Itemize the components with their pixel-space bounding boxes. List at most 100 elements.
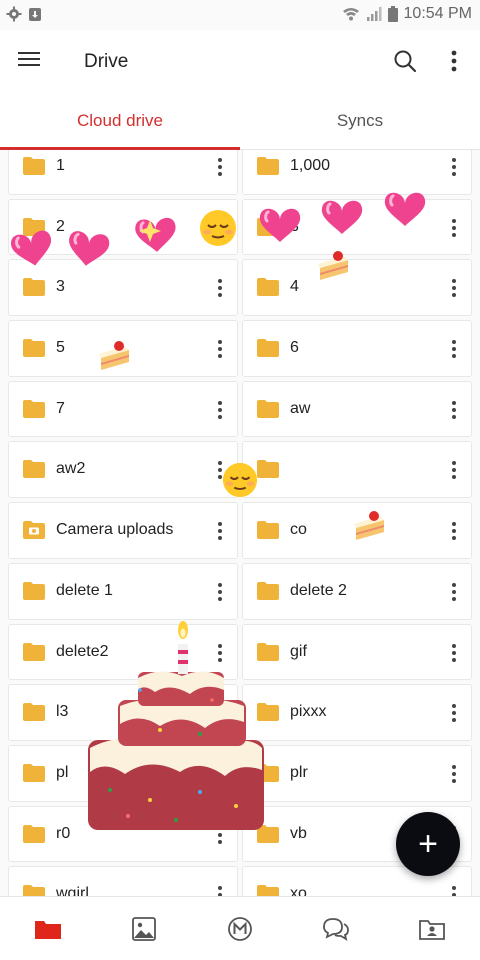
folder-options-button[interactable] <box>447 578 461 606</box>
nav-shared-items[interactable] <box>417 915 447 943</box>
folder-options-button[interactable] <box>213 214 227 242</box>
folder-icon <box>257 339 279 358</box>
folder-options-button[interactable] <box>447 456 461 484</box>
folder-options-button[interactable] <box>213 881 227 896</box>
folder-tile[interactable]: 1,000 <box>242 150 472 195</box>
folder-options-button[interactable] <box>213 153 227 181</box>
shared-items-icon <box>419 920 445 940</box>
folder-name: pl <box>56 763 69 781</box>
folder-tile[interactable]: co <box>242 502 472 559</box>
folder-icon <box>23 703 45 722</box>
folder-options-button[interactable] <box>447 699 461 727</box>
folder-tile[interactable]: wgirl <box>8 866 238 896</box>
folder-tile[interactable]: delete 1 <box>8 562 238 620</box>
page-title: Drive <box>84 51 129 72</box>
nav-home[interactable] <box>225 915 255 943</box>
folder-tile[interactable]: 4 <box>242 259 472 317</box>
folder-tile[interactable] <box>242 441 472 499</box>
folder-tile[interactable]: delete 2 <box>242 562 472 620</box>
folder-tile[interactable]: r0 <box>8 805 238 863</box>
folder-options-button[interactable] <box>447 396 461 424</box>
hamburger-icon <box>18 52 46 66</box>
overflow-menu-button[interactable] <box>442 48 466 74</box>
folder-tile[interactable]: Camera uploads <box>8 502 238 559</box>
folder-icon <box>23 157 45 175</box>
folder-name: delete2 <box>56 642 109 660</box>
folder-name: vb <box>290 824 307 842</box>
folder-icon <box>257 642 279 661</box>
folder-options-button[interactable] <box>447 639 461 667</box>
folder-icon <box>257 763 279 782</box>
folder-tile[interactable]: pixxx <box>242 684 472 741</box>
status-bar: 10:54 PM <box>0 0 480 30</box>
folder-options-button[interactable] <box>447 335 461 363</box>
folder-tile[interactable]: delete2 <box>8 623 238 681</box>
folder-name: 4 <box>290 278 299 296</box>
folder-options-button[interactable] <box>213 335 227 363</box>
nav-cloud-drive[interactable] <box>33 915 63 943</box>
folder-options-button[interactable] <box>213 699 227 727</box>
folder-options-button[interactable] <box>447 760 461 788</box>
search-button[interactable] <box>392 48 418 74</box>
folder-icon <box>257 278 279 297</box>
folder-name: delete 2 <box>290 581 347 599</box>
signal-icon <box>366 7 382 21</box>
folder-options-button[interactable] <box>213 760 227 788</box>
folder-icon <box>257 217 279 236</box>
folder-icon <box>23 278 45 297</box>
folder-grid[interactable]: 1 1,000 2 3 3 4 5 6 7 aw aw2 Camera uploads co delete… <box>0 150 480 896</box>
search-icon <box>394 50 417 73</box>
photos-icon <box>132 917 156 941</box>
folder-icon <box>257 399 279 418</box>
bottom-navigation <box>0 896 480 960</box>
folder-tile[interactable]: 2 <box>8 198 238 256</box>
folder-name: co <box>290 521 307 539</box>
more-vertical-icon <box>451 50 457 72</box>
folder-name: 5 <box>56 339 65 357</box>
folder-name: aw <box>290 399 311 417</box>
folder-options-button[interactable] <box>447 517 461 545</box>
nav-photos[interactable] <box>129 915 159 943</box>
folder-name: pixxx <box>290 703 327 721</box>
folder-name: xo <box>290 885 307 896</box>
folder-tile[interactable]: 6 <box>242 320 472 377</box>
add-button[interactable]: + <box>396 812 460 876</box>
folder-icon <box>23 824 45 843</box>
menu-button[interactable] <box>18 48 46 74</box>
folder-options-button[interactable] <box>213 274 227 302</box>
folder-tile[interactable]: gif <box>242 623 472 681</box>
folder-icon <box>257 885 279 896</box>
folder-tile[interactable]: aw2 <box>8 441 238 499</box>
tab-syncs[interactable]: Syncs <box>240 92 480 150</box>
folder-name: aw2 <box>56 460 86 478</box>
folder-options-button[interactable] <box>213 578 227 606</box>
battery-icon <box>387 6 398 22</box>
tab-cloud-drive[interactable]: Cloud drive <box>0 92 240 150</box>
folder-options-button[interactable] <box>447 153 461 181</box>
folder-options-button[interactable] <box>447 881 461 896</box>
folder-icon <box>23 217 45 236</box>
nav-chat[interactable] <box>321 915 351 943</box>
folder-tile[interactable]: 1 <box>8 150 238 195</box>
folder-icon <box>257 703 279 722</box>
folder-tile[interactable]: aw <box>242 380 472 438</box>
download-notification-icon <box>29 8 41 21</box>
folder-options-button[interactable] <box>213 639 227 667</box>
folder-tile[interactable]: l3 <box>8 684 238 741</box>
folder-options-button[interactable] <box>213 396 227 424</box>
folder-options-button[interactable] <box>213 456 227 484</box>
folder-options-button[interactable] <box>213 821 227 849</box>
folder-tile[interactable]: 7 <box>8 380 238 438</box>
folder-tile[interactable]: pl <box>8 744 238 802</box>
folder-options-button[interactable] <box>447 274 461 302</box>
folder-icon <box>23 339 45 358</box>
folder-tile[interactable]: plr <box>242 744 472 802</box>
folder-tile[interactable]: 3 <box>8 259 238 317</box>
folder-tile[interactable]: 3 <box>242 198 472 256</box>
folder-options-button[interactable] <box>447 214 461 242</box>
folder-tile[interactable]: 5 <box>8 320 238 377</box>
folder-name: wgirl <box>56 885 89 896</box>
folder-options-button[interactable] <box>213 517 227 545</box>
folder-name: delete 1 <box>56 581 113 599</box>
folder-name: 2 <box>56 217 65 235</box>
